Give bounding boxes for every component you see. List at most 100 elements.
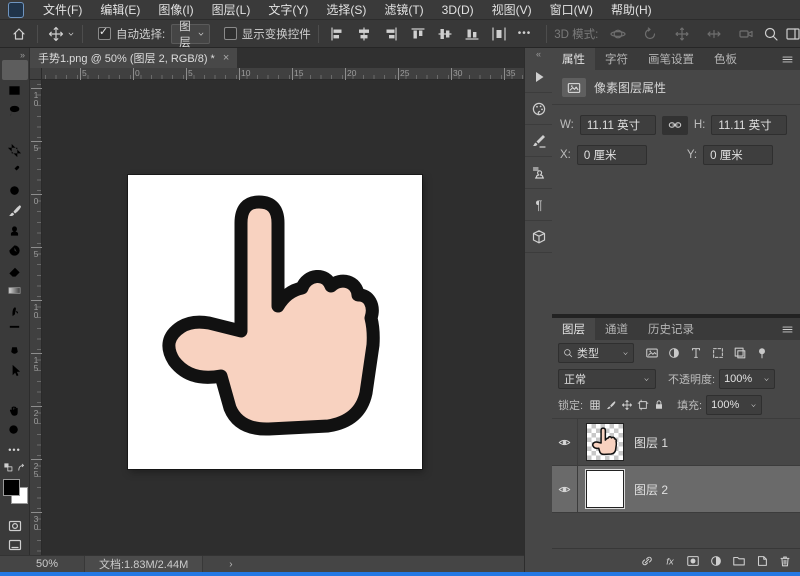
- workspace-icon[interactable]: [782, 23, 800, 45]
- align-top-icon[interactable]: [407, 23, 429, 45]
- tab-swatches[interactable]: 色板: [704, 48, 747, 70]
- expand-panels-icon[interactable]: «: [536, 49, 541, 59]
- smudge-tool[interactable]: [2, 300, 28, 320]
- visibility-eye-icon[interactable]: [552, 419, 578, 465]
- layer-mask-icon[interactable]: [686, 554, 700, 568]
- strip-color-icon[interactable]: [525, 93, 553, 125]
- menu-item-5[interactable]: 选择(S): [317, 0, 375, 20]
- layer-name[interactable]: 图层 2: [634, 481, 668, 498]
- filter-shape-icon[interactable]: [708, 344, 727, 363]
- menu-item-0[interactable]: 文件(F): [34, 0, 91, 20]
- quick-mask-button[interactable]: [2, 516, 28, 536]
- menu-item-8[interactable]: 视图(V): [483, 0, 541, 20]
- filter-toggle-icon[interactable]: [752, 344, 771, 363]
- align-left-icon[interactable]: [326, 23, 348, 45]
- current-tool-icon[interactable]: [45, 23, 67, 45]
- hand-tool[interactable]: [2, 400, 28, 420]
- visibility-eye-icon[interactable]: [552, 466, 578, 512]
- app-icon[interactable]: [8, 2, 24, 18]
- clone-stamp-tool[interactable]: [2, 220, 28, 240]
- auto-select-checkbox[interactable]: [98, 27, 111, 40]
- link-dimensions-icon[interactable]: [662, 116, 688, 135]
- tab-properties[interactable]: 属性: [552, 48, 595, 70]
- layer-row-1[interactable]: 图层 1: [552, 419, 800, 466]
- move-tool[interactable]: [2, 60, 28, 80]
- horizontal-ruler[interactable]: 505101520253035: [42, 68, 524, 80]
- menu-item-9[interactable]: 窗口(W): [541, 0, 602, 20]
- lock-transparent-icon[interactable]: [589, 399, 601, 411]
- filter-type-icon[interactable]: [686, 344, 705, 363]
- lasso-tool[interactable]: [2, 100, 28, 120]
- x-field[interactable]: 0 厘米: [577, 145, 647, 165]
- default-colors-icon[interactable]: [3, 462, 14, 473]
- height-field[interactable]: 11.11 英寸: [711, 115, 787, 135]
- chevron-down-icon[interactable]: [67, 30, 75, 38]
- pen-tool[interactable]: [2, 340, 28, 360]
- tab-history[interactable]: 历史记录: [638, 318, 704, 340]
- delete-layer-icon[interactable]: [778, 554, 792, 568]
- more-tools[interactable]: •••: [2, 440, 28, 460]
- tab-channels[interactable]: 通道: [595, 318, 638, 340]
- marquee-tool[interactable]: [2, 80, 28, 100]
- close-tab-icon[interactable]: ×: [223, 52, 229, 64]
- document-image[interactable]: [128, 175, 422, 469]
- menu-item-10[interactable]: 帮助(H): [602, 0, 661, 20]
- panel-menu-icon[interactable]: [781, 53, 794, 66]
- lock-artboard-icon[interactable]: [637, 399, 649, 411]
- layer-name[interactable]: 图层 1: [634, 434, 668, 451]
- canvas-area[interactable]: [42, 80, 524, 555]
- y-field[interactable]: 0 厘米: [703, 145, 773, 165]
- eraser-tool[interactable]: [2, 260, 28, 280]
- layer-filter-dropdown[interactable]: 类型: [558, 343, 634, 363]
- history-brush-tool[interactable]: [2, 240, 28, 260]
- eyedropper-tool[interactable]: [2, 160, 28, 180]
- zoom-level-field[interactable]: 50%: [36, 558, 84, 570]
- status-options-chevron[interactable]: ›: [229, 559, 232, 570]
- layer-thumbnail[interactable]: [586, 423, 624, 461]
- layer-row-2[interactable]: 图层 2: [552, 466, 800, 513]
- layer-effects-icon[interactable]: fx: [663, 554, 677, 568]
- type-tool[interactable]: [2, 320, 28, 340]
- switch-colors-icon[interactable]: [16, 462, 27, 473]
- screen-mode-button[interactable]: [2, 535, 28, 555]
- auto-select-dropdown[interactable]: 图层: [171, 24, 210, 44]
- menu-item-6[interactable]: 滤镜(T): [375, 0, 432, 20]
- spot-healing-tool[interactable]: [2, 180, 28, 200]
- panel-menu-icon[interactable]: [781, 323, 794, 336]
- magic-wand-tool[interactable]: [2, 120, 28, 140]
- menu-item-7[interactable]: 3D(D): [433, 0, 483, 20]
- menu-item-1[interactable]: 编辑(E): [91, 0, 149, 20]
- home-icon[interactable]: [8, 23, 30, 45]
- collapse-toolbar-icon[interactable]: »: [20, 50, 25, 60]
- lock-position-icon[interactable]: [621, 399, 633, 411]
- filter-smart-object-icon[interactable]: [730, 344, 749, 363]
- strip-clone-source-icon[interactable]: [525, 157, 553, 189]
- blend-mode-dropdown[interactable]: 正常: [558, 369, 656, 389]
- crop-tool[interactable]: [2, 140, 28, 160]
- link-layers-icon[interactable]: [640, 554, 654, 568]
- align-bottom-icon[interactable]: [461, 23, 483, 45]
- strip-actions-icon[interactable]: [525, 61, 553, 93]
- brush-tool[interactable]: [2, 200, 28, 220]
- tab-layers[interactable]: 图层: [552, 318, 595, 340]
- fill-field[interactable]: 100%: [706, 395, 762, 415]
- lock-pixels-icon[interactable]: [605, 399, 617, 411]
- gradient-tool[interactable]: [2, 280, 28, 300]
- layer-group-icon[interactable]: [732, 554, 746, 568]
- search-icon[interactable]: [760, 23, 782, 45]
- align-middle-icon[interactable]: [434, 23, 456, 45]
- distribute-horizontal-icon[interactable]: [488, 23, 510, 45]
- opacity-field[interactable]: 100%: [719, 369, 775, 389]
- width-field[interactable]: 11.11 英寸: [580, 115, 656, 135]
- tab-brush-settings[interactable]: 画笔设置: [638, 48, 704, 70]
- strip-paragraph-icon[interactable]: ¶: [525, 189, 553, 221]
- align-right-icon[interactable]: [380, 23, 402, 45]
- vertical-ruler[interactable]: 105051015202530: [30, 80, 42, 555]
- filter-adjustment-icon[interactable]: [664, 344, 683, 363]
- strip-brush-settings-icon[interactable]: [525, 125, 553, 157]
- menu-item-3[interactable]: 图层(L): [203, 0, 260, 20]
- zoom-tool[interactable]: [2, 420, 28, 440]
- menu-item-2[interactable]: 图像(I): [149, 0, 202, 20]
- new-layer-icon[interactable]: [755, 554, 769, 568]
- align-center-horizontal-icon[interactable]: [353, 23, 375, 45]
